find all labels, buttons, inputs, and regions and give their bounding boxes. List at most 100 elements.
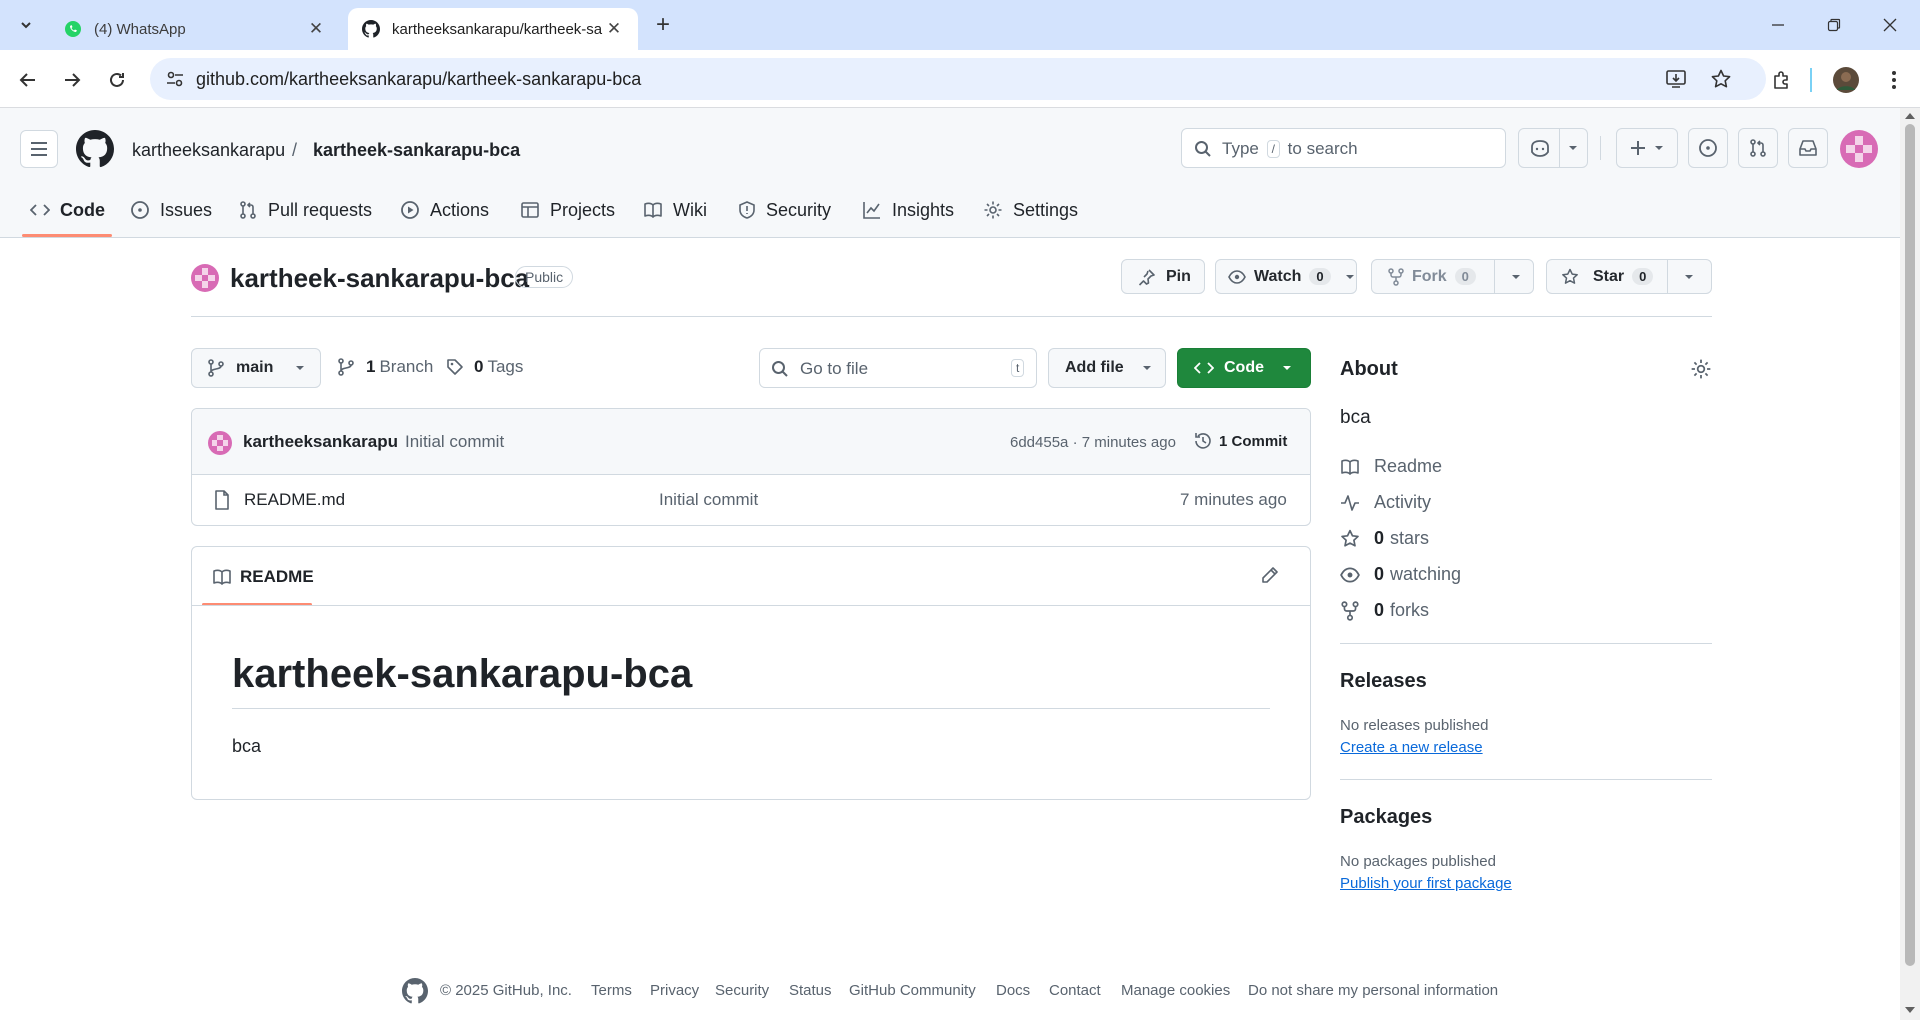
url-text: github.com/kartheeksankarapu/kartheek-sa… (196, 69, 642, 89)
search-input[interactable]: Type / to search (1181, 128, 1506, 168)
sidebar-divider (1340, 643, 1712, 644)
forward-button[interactable] (56, 64, 88, 96)
commit-hash-time[interactable]: 6dd455a · 7 minutes ago (1010, 434, 1176, 451)
title-divider (191, 316, 1712, 317)
reload-button[interactable] (101, 64, 133, 96)
star-button[interactable]: Star 0 (1546, 259, 1712, 294)
packages-title[interactable]: Packages (1340, 806, 1432, 829)
footer-copyright: © 2025 GitHub, Inc. (440, 982, 572, 999)
browser-tab-whatsapp[interactable]: (4) WhatsApp ✕ (50, 8, 340, 50)
about-watching-link[interactable]: 0 watching (1340, 564, 1461, 585)
about-forks-link[interactable]: 0 forks (1340, 600, 1429, 621)
bookmark-star-icon[interactable] (1710, 68, 1732, 90)
tab-insights[interactable]: Insights (862, 192, 954, 228)
user-avatar[interactable] (1840, 130, 1878, 168)
footer-link-terms[interactable]: Terms (591, 982, 632, 999)
create-release-link[interactable]: Create a new release (1340, 739, 1483, 756)
tab-pull-requests[interactable]: Pull requests (238, 192, 372, 228)
scroll-up-arrow[interactable] (1904, 112, 1916, 120)
footer-link-security[interactable]: Security (715, 982, 769, 999)
footer-link-contact[interactable]: Contact (1049, 982, 1101, 999)
issue-icon (1699, 139, 1717, 157)
copilot-button[interactable] (1518, 128, 1588, 168)
about-activity-link[interactable]: Activity (1340, 492, 1431, 513)
table-row[interactable]: README.md Initial commit 7 minutes ago (192, 475, 1310, 525)
footer-link-privacy[interactable]: Privacy (650, 982, 699, 999)
tab-label: Insights (892, 199, 955, 220)
browser-tab-github[interactable]: kartheeksankarapu/kartheek-sa ✕ (348, 8, 638, 50)
extensions-button[interactable] (1768, 66, 1796, 94)
scrollbar-thumb[interactable] (1905, 124, 1915, 966)
about-stars-link[interactable]: 0 stars (1340, 528, 1429, 549)
history-icon (1195, 433, 1211, 449)
footer-link-docs[interactable]: Docs (996, 982, 1030, 999)
code-dropdown-button[interactable]: Code (1177, 348, 1311, 388)
edit-about-button[interactable] (1690, 358, 1712, 380)
minimize-icon (1772, 24, 1784, 26)
scroll-down-arrow[interactable] (1904, 1006, 1916, 1014)
tab-settings[interactable]: Settings (983, 192, 1078, 228)
tab-security[interactable]: Security (738, 192, 831, 228)
create-new-button[interactable] (1616, 128, 1678, 168)
readme-tab[interactable]: README (212, 567, 314, 587)
tab-title: kartheeksankarapu/kartheek-sa (392, 20, 603, 38)
go-to-file-shortcut: t (1011, 359, 1025, 377)
edit-readme-button[interactable] (1260, 565, 1280, 585)
footer-link-do-not-share[interactable]: Do not share my personal information (1248, 982, 1498, 999)
fork-button[interactable]: Fork 0 (1371, 259, 1534, 294)
install-app-icon[interactable] (1665, 68, 1687, 90)
branch-select-button[interactable]: main (191, 348, 321, 388)
commits-history-link[interactable]: 1 Commit (1193, 431, 1287, 451)
breadcrumb-owner[interactable]: kartheeksankarapu (132, 140, 285, 161)
star-icon (1562, 268, 1578, 284)
commit-author[interactable]: kartheeksankarapu (243, 432, 398, 452)
address-bar[interactable]: github.com/kartheeksankarapu/kartheek-sa… (150, 58, 1766, 100)
pull-request-icon (1750, 139, 1766, 157)
branches-link[interactable]: 1 Branch (338, 357, 433, 377)
footer-link-manage-cookies[interactable]: Manage cookies (1121, 982, 1230, 999)
tags-link[interactable]: 0 Tags (446, 357, 523, 377)
tab-wiki[interactable]: Wiki (643, 192, 707, 228)
browser-menu-button[interactable] (1880, 66, 1908, 94)
issues-shortcut-button[interactable] (1688, 128, 1728, 168)
file-commit-message[interactable]: Initial commit (659, 490, 758, 510)
tab-issues[interactable]: Issues (130, 192, 212, 228)
footer-link-status[interactable]: Status (789, 982, 832, 999)
back-button[interactable] (12, 64, 44, 96)
pin-button[interactable]: Pin (1121, 259, 1205, 294)
watch-button[interactable]: Watch 0 (1215, 259, 1357, 294)
global-menu-button[interactable] (20, 130, 58, 168)
tab-search-button[interactable] (10, 10, 42, 40)
profile-avatar-button[interactable] (1832, 66, 1860, 94)
restore-button[interactable] (1814, 10, 1854, 40)
tab-code[interactable]: Code (30, 192, 105, 228)
github-logo[interactable] (76, 130, 114, 168)
breadcrumb-repo[interactable]: kartheek-sankarapu-bca (313, 140, 520, 161)
footer-github-logo[interactable] (402, 978, 428, 1004)
releases-title[interactable]: Releases (1340, 670, 1427, 693)
close-tab-icon[interactable]: ✕ (604, 19, 624, 39)
new-tab-button[interactable]: + (650, 11, 676, 38)
tab-actions[interactable]: Actions (400, 192, 489, 228)
file-commit-time: 7 minutes ago (1180, 490, 1287, 509)
inbox-button[interactable] (1788, 128, 1828, 168)
commit-message[interactable]: Initial commit (405, 432, 504, 452)
gear-icon (984, 201, 1002, 219)
watch-count: 0 (1309, 268, 1331, 285)
repo-title[interactable]: kartheek-sankarapu-bca (230, 263, 529, 294)
file-name[interactable]: README.md (244, 490, 345, 510)
tab-projects[interactable]: Projects (520, 192, 615, 228)
github-mark-icon (402, 978, 428, 1004)
footer-link-community[interactable]: GitHub Community (849, 982, 976, 999)
about-readme-link[interactable]: Readme (1340, 456, 1442, 477)
publish-package-link[interactable]: Publish your first package (1340, 875, 1512, 892)
go-to-file-input[interactable]: Go to file t (759, 348, 1037, 388)
minimize-button[interactable] (1758, 10, 1798, 40)
close-window-button[interactable] (1870, 10, 1910, 40)
close-tab-icon[interactable]: ✕ (306, 19, 326, 39)
pull-requests-shortcut-button[interactable] (1738, 128, 1778, 168)
search-placeholder-suffix: to search (1287, 139, 1358, 158)
plus-icon (1631, 141, 1645, 155)
add-file-button[interactable]: Add file (1048, 348, 1166, 388)
site-settings-icon[interactable] (164, 68, 186, 90)
